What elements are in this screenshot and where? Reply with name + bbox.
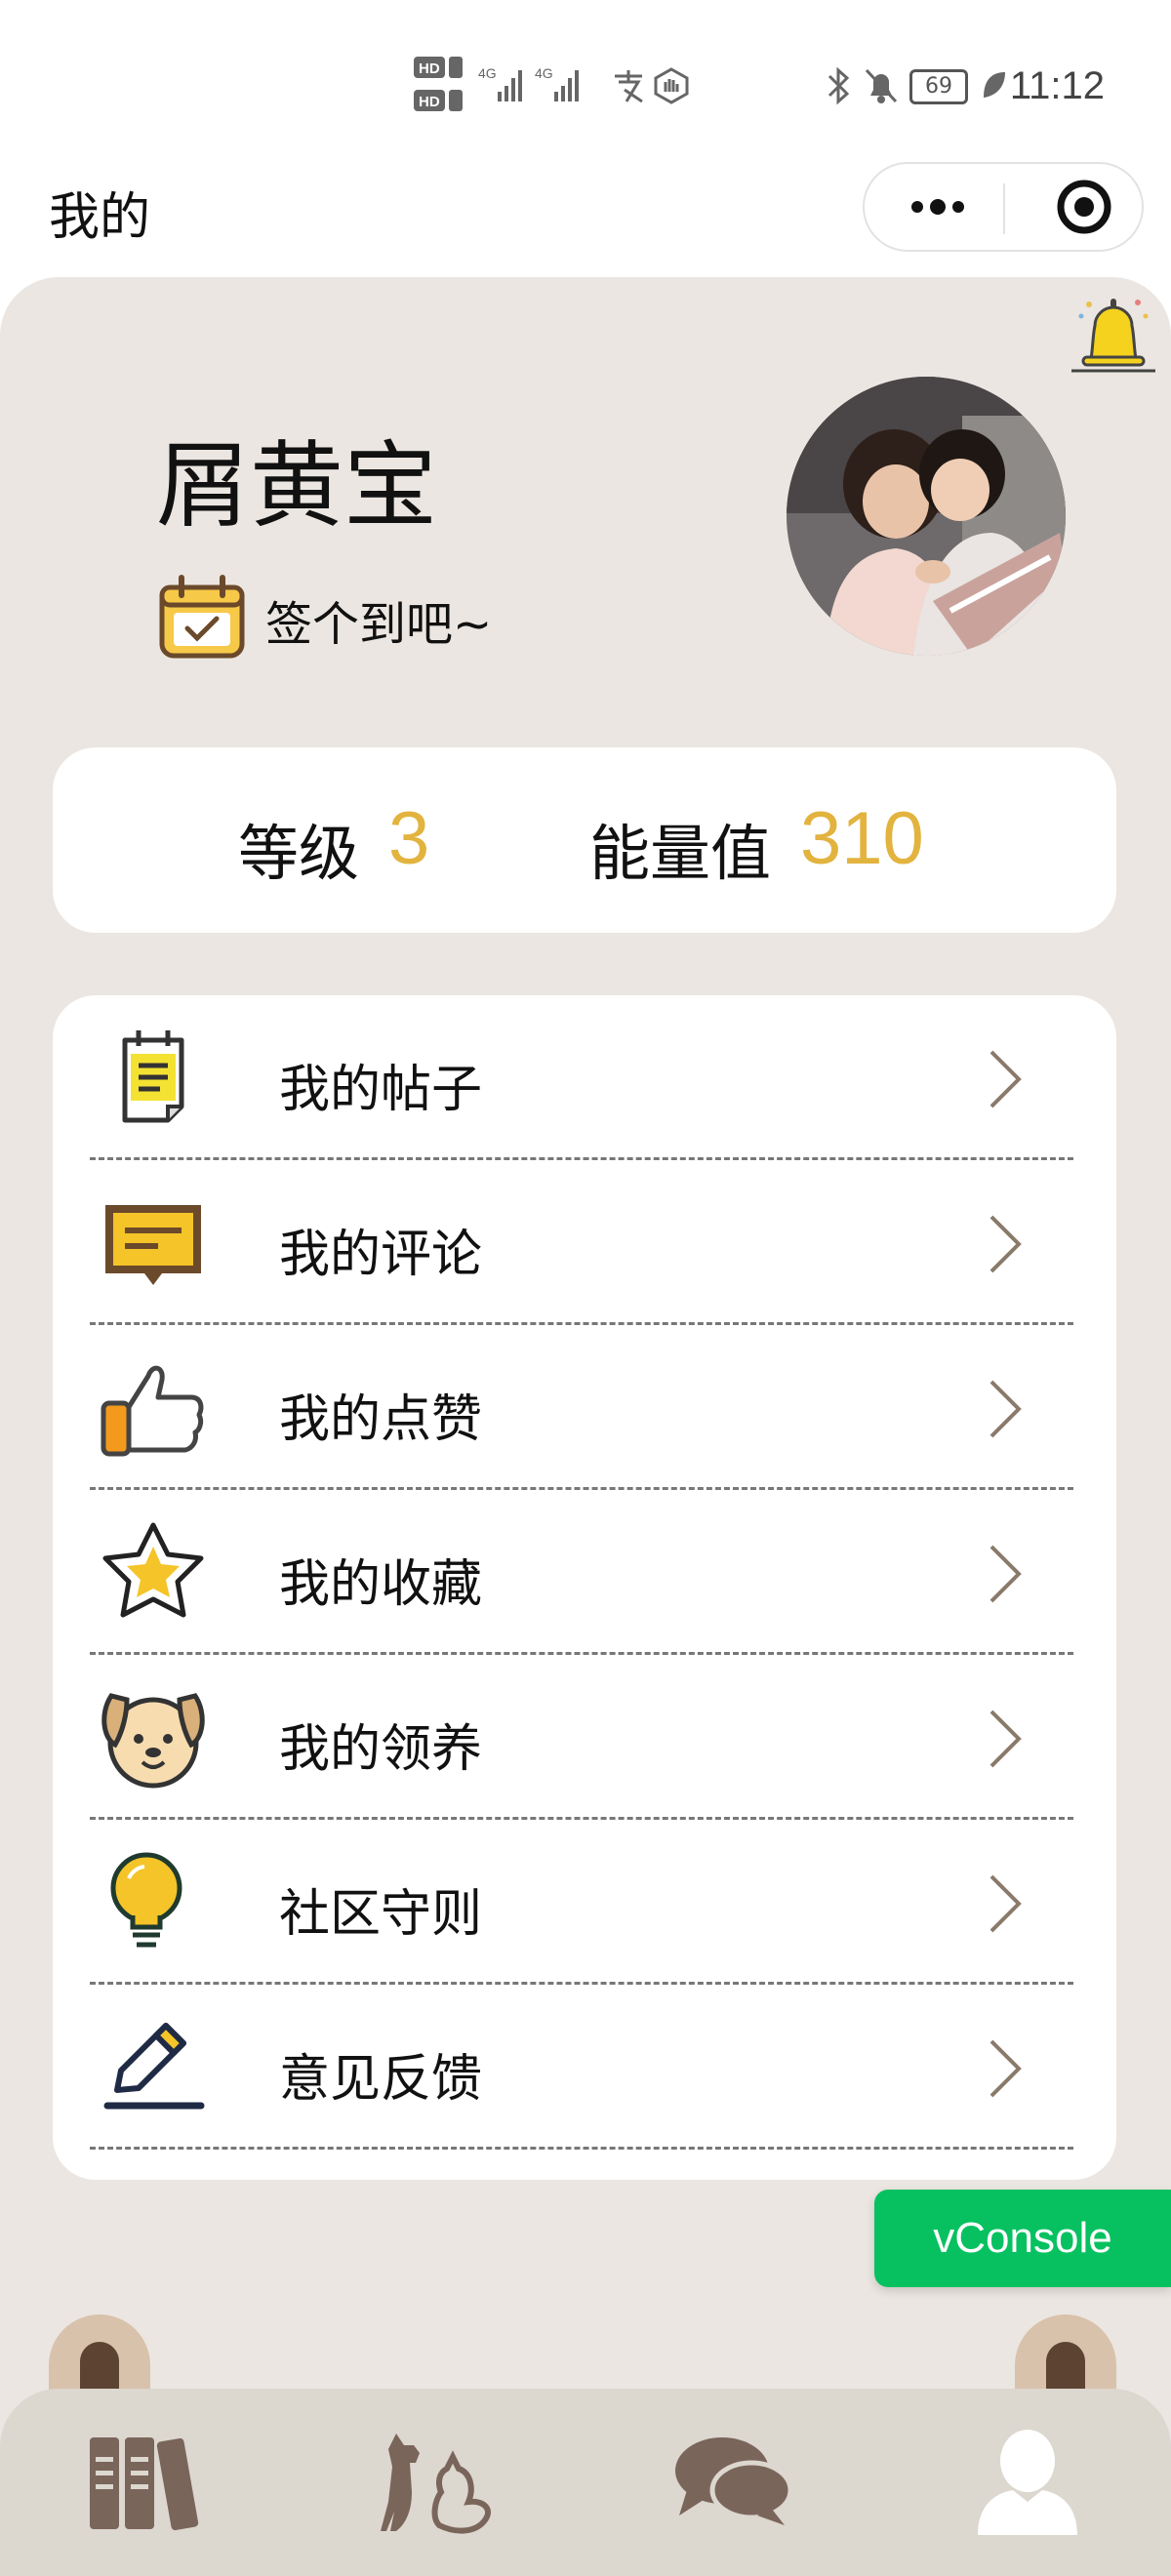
mute-bell-icon: [863, 66, 900, 112]
star-icon: [100, 1519, 207, 1627]
signal-icon: 4G 4G: [478, 62, 595, 112]
menu-item-label: 我的评论: [279, 1226, 483, 1284]
checkin-button[interactable]: 签个到吧~: [158, 574, 705, 662]
bell-icon: [1071, 299, 1155, 373]
menu-item-my-posts[interactable]: 我的帖子: [53, 995, 1116, 1160]
pets-icon: [381, 2434, 491, 2534]
vconsole-button[interactable]: vConsole: [874, 2190, 1171, 2287]
lightbulb-icon: [100, 1849, 207, 1956]
leaf-icon: [980, 68, 1007, 108]
status-time: 11:12: [1009, 64, 1105, 107]
comment-icon: [100, 1189, 207, 1297]
dog-icon: [100, 1684, 207, 1791]
thumbs-up-icon: [100, 1354, 207, 1462]
alipay-icon: [611, 68, 646, 110]
level-label: 等级: [238, 818, 360, 889]
menu-item-my-favorites[interactable]: 我的收藏: [53, 1490, 1116, 1655]
menu-item-label: 意见反馈: [279, 2050, 483, 2109]
chevron-right-icon: [982, 1541, 1029, 1607]
chevron-right-icon: [982, 1871, 1029, 1937]
tab-pets[interactable]: [377, 2424, 504, 2541]
bluetooth-icon: [824, 66, 853, 112]
more-dots-icon: [911, 199, 964, 215]
svg-text:HD: HD: [419, 94, 440, 110]
shield-icon: [652, 66, 691, 112]
avatar[interactable]: [787, 377, 1066, 656]
energy-label: 能量值: [589, 818, 772, 889]
battery-indicator: 69: [909, 69, 968, 104]
menu-item-community-rules[interactable]: 社区守则: [53, 1820, 1116, 1985]
svg-text:4G: 4G: [478, 65, 497, 81]
status-bar: HD HD 4G 4G 69 11:12: [0, 0, 1171, 166]
chevron-right-icon: [982, 1046, 1029, 1112]
tab-profile[interactable]: [964, 2424, 1091, 2541]
menu-item-label: 我的收藏: [279, 1555, 483, 1614]
tab-community[interactable]: [669, 2424, 796, 2541]
chevron-right-icon: [982, 2035, 1029, 2102]
svg-text:HD: HD: [419, 60, 440, 77]
menu-item-my-likes[interactable]: 我的点赞: [53, 1325, 1116, 1490]
menu-item-label: 我的领养: [279, 1720, 483, 1779]
tab-bar: [0, 2389, 1171, 2576]
books-icon: [90, 2437, 199, 2531]
page-title: 我的: [49, 188, 151, 247]
chat-icon: [675, 2437, 793, 2525]
avatar-photo: [787, 377, 1066, 656]
close-miniprogram-button[interactable]: [1050, 164, 1118, 250]
svg-text:4G: 4G: [535, 65, 553, 81]
hd-indicator: HD HD: [414, 55, 472, 122]
checkin-label: 签个到吧~: [265, 597, 493, 652]
calendar-check-icon: [158, 574, 246, 660]
menu-item-my-adoptions[interactable]: 我的领养: [53, 1655, 1116, 1820]
user-icon: [978, 2430, 1077, 2535]
notification-bell-button[interactable]: [1070, 291, 1157, 379]
pencil-icon: [100, 2014, 207, 2121]
more-button[interactable]: [904, 164, 972, 250]
row-divider: [90, 2147, 1073, 2150]
menu-item-label: 我的点赞: [279, 1390, 483, 1449]
notepad-icon: [100, 1025, 207, 1132]
target-icon: [1057, 180, 1111, 234]
level-value: 3: [388, 797, 430, 880]
chevron-right-icon: [982, 1211, 1029, 1277]
energy-value: 310: [800, 797, 924, 880]
miniprogram-capsule: [863, 162, 1144, 252]
menu-item-label: 社区守则: [279, 1885, 483, 1944]
user-name: 屑黄宝: [156, 431, 437, 541]
menu-item-feedback[interactable]: 意见反馈: [53, 1985, 1116, 2150]
capsule-divider: [1003, 183, 1005, 234]
tab-home[interactable]: [84, 2424, 211, 2541]
chevron-right-icon: [982, 1376, 1029, 1442]
menu-item-label: 我的帖子: [279, 1061, 483, 1119]
menu-item-my-comments[interactable]: 我的评论: [53, 1160, 1116, 1325]
stats-card: 等级 3 能量值 310: [53, 747, 1116, 933]
menu-card: 我的帖子 我的评论 我的点赞 我的收藏 我的领养 社区守则 意见反馈: [53, 995, 1116, 2180]
chevron-right-icon: [982, 1706, 1029, 1772]
